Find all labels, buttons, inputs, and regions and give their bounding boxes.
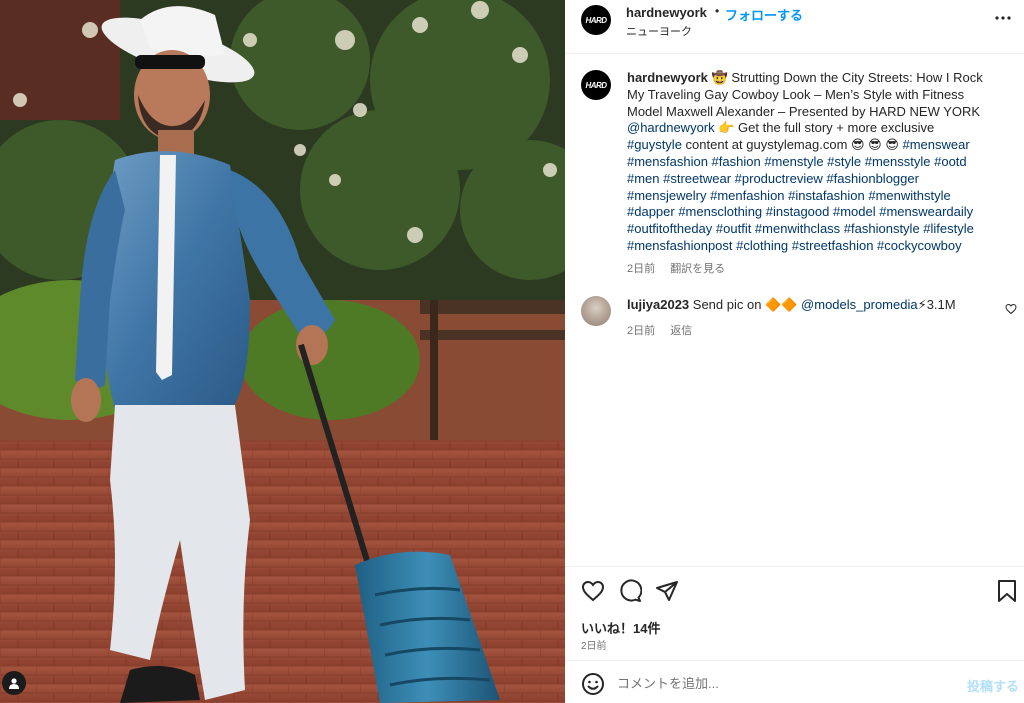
caption-hashtag[interactable]: #menswear: [903, 137, 970, 152]
save-bookmark-icon[interactable]: [995, 579, 1019, 608]
comment-body: Send pic on 🔶🔶: [692, 297, 802, 312]
caption-line: #mensjewelry #menfashion #instafashion #…: [627, 188, 1009, 205]
caption-hashtag[interactable]: #mensfashionpost #clothing #streetfashio…: [627, 238, 962, 253]
caption-hashtag[interactable]: #dapper #mensclothing #instagood #model …: [627, 204, 973, 219]
caption-time: 2日前: [627, 263, 656, 275]
user-icon: [9, 678, 19, 689]
caption-segment: My Traveling Gay Cowboy Look – Men’s Sty…: [627, 86, 965, 102]
caption-hashtag[interactable]: #mensjewelry #menfashion #instafashion #…: [627, 188, 951, 203]
post-image: [0, 0, 565, 703]
caption-hashtag[interactable]: #men #streetwear #productreview #fashion…: [627, 171, 919, 186]
emoji-smiley-icon[interactable]: [581, 672, 605, 701]
author-avatar[interactable]: HARD: [581, 5, 611, 35]
comment-bubble-icon[interactable]: [618, 579, 643, 608]
comment-item: lujiya2023 Send pic on 🔶🔶 @models_promed…: [581, 296, 1017, 338]
caption-line: @hardnewyork 👉 Get the full story + more…: [627, 120, 1009, 137]
post-date: 2日前: [581, 641, 607, 652]
post-header: HARD hardnewyork • フォローする ニューヨーク: [565, 0, 1024, 54]
caption-line: #dapper #mensclothing #instagood #model …: [627, 204, 1009, 221]
like-heart-icon[interactable]: [581, 579, 605, 608]
caption-text: hardnewyork 🤠 Strutting Down the City St…: [627, 70, 1009, 255]
caption-line: Model Maxwell Alexander – Presented by H…: [627, 104, 1009, 121]
caption-line: #mensfashionpost #clothing #streetfashio…: [627, 238, 1009, 255]
commenter-username[interactable]: lujiya2023: [627, 297, 689, 312]
more-options-icon[interactable]: [995, 10, 1011, 31]
caption-hashtag[interactable]: #guystyle: [627, 137, 682, 152]
caption-segment: Model Maxwell Alexander – Presented by H…: [627, 103, 981, 119]
comment-time: 2日前: [627, 325, 656, 337]
caption-hashtag[interactable]: #outfitoftheday #outfit #menwithclass #f…: [627, 221, 974, 236]
caption-line: #outfitoftheday #outfit #menwithclass #f…: [627, 221, 1009, 238]
caption-line: #guystyle content at guystylemag.com 😎 😎…: [627, 137, 1009, 154]
post-sidebar: HARD hardnewyork • フォローする ニューヨーク HARD ha…: [565, 0, 1024, 703]
author-username[interactable]: hardnewyork: [626, 5, 707, 20]
comment-text: lujiya2023 Send pic on 🔶🔶 @models_promed…: [627, 297, 956, 313]
caption-hashtag[interactable]: #mensfashion #fashion #menstyle #style #…: [627, 154, 967, 169]
comment-suffix: ⚡3.1M: [917, 297, 956, 312]
share-paper-plane-icon[interactable]: [655, 579, 679, 608]
separator-dot: •: [715, 4, 720, 18]
comment-meta: 2日前 返信: [627, 322, 704, 338]
comment-mention[interactable]: @models_promedia: [801, 297, 918, 312]
caption-hashtag[interactable]: @hardnewyork: [627, 120, 715, 135]
caption-line: #mensfashion #fashion #menstyle #style #…: [627, 154, 1009, 171]
caption-author-avatar[interactable]: HARD: [581, 70, 611, 100]
post-comment-button[interactable]: 投稿する: [967, 676, 1019, 695]
caption-line: My Traveling Gay Cowboy Look – Men’s Sty…: [627, 87, 1009, 104]
avatar-logo-text: HARD: [585, 80, 607, 90]
caption-meta: 2日前 翻訳を見る: [627, 260, 737, 276]
caption-username[interactable]: hardnewyork: [627, 70, 708, 85]
caption-segment: 👉 Get the full story + more exclusive: [714, 120, 935, 136]
comment-like-icon[interactable]: [1005, 302, 1017, 320]
caption-segment: content at guystylemag.com 😎 😎 😎: [681, 137, 903, 153]
translate-link[interactable]: 翻訳を見る: [670, 263, 725, 275]
like-count[interactable]: いいね！14件: [581, 618, 660, 637]
comment-input[interactable]: [617, 670, 957, 696]
tagged-user-button[interactable]: [2, 671, 26, 695]
post-photo[interactable]: [0, 0, 565, 703]
post-location[interactable]: ニューヨーク: [626, 23, 692, 39]
reply-button[interactable]: 返信: [670, 325, 692, 337]
caption-line: #men #streetwear #productreview #fashion…: [627, 171, 1009, 188]
add-comment-bar: 投稿する: [565, 660, 1024, 703]
follow-button[interactable]: フォローする: [725, 5, 803, 24]
commenter-avatar[interactable]: [581, 296, 611, 326]
caption-segment: 🤠 Strutting Down the City Streets: How I…: [711, 70, 983, 85]
caption-line: hardnewyork 🤠 Strutting Down the City St…: [627, 70, 1009, 87]
avatar-logo-text: HARD: [585, 15, 607, 25]
